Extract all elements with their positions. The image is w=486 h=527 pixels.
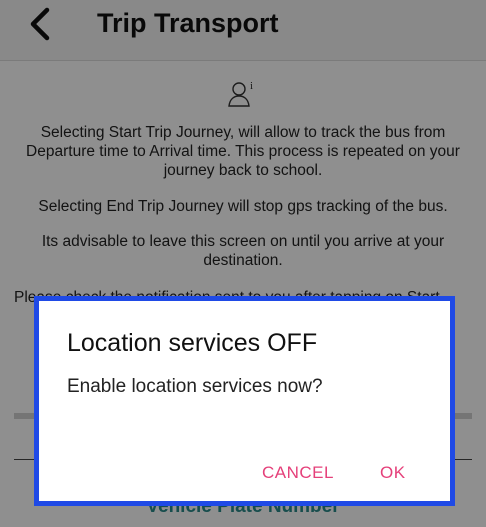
cancel-button[interactable]: CANCEL: [262, 463, 334, 483]
dialog-title: Location services OFF: [67, 329, 318, 357]
dialog-message: Enable location services now?: [67, 376, 323, 397]
ok-button[interactable]: OK: [380, 463, 406, 483]
location-services-dialog: Location services OFF Enable location se…: [34, 296, 455, 506]
